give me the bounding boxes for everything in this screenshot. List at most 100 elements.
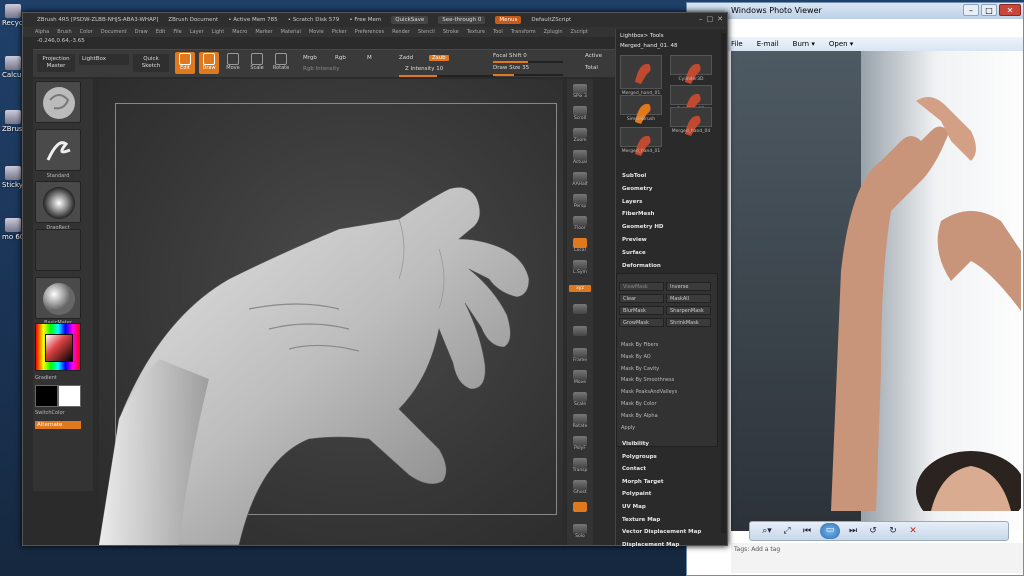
- secondary-color-swatch[interactable]: [58, 385, 81, 407]
- main-color-swatch[interactable]: [35, 385, 58, 407]
- shelf-btn-blank-10[interactable]: [569, 303, 591, 323]
- default-zscript-button[interactable]: DefaultZScript: [531, 17, 571, 23]
- subpalette-surface[interactable]: Surface: [622, 250, 646, 256]
- mask-btn-clear[interactable]: Clear: [619, 294, 664, 303]
- shelf-btn-lsym[interactable]: L.Sym: [569, 259, 591, 279]
- mask-btn-inverse[interactable]: Inverse: [666, 282, 711, 291]
- desktop-icon[interactable]: Sticky: [2, 166, 24, 189]
- menu-preferences[interactable]: Preferences: [355, 29, 384, 35]
- menu-burn[interactable]: Burn ▾: [793, 40, 815, 48]
- mask-item-mask-by-cavity[interactable]: Mask By Cavity: [621, 366, 659, 372]
- subpalette-uv-map[interactable]: UV Map: [622, 504, 646, 510]
- rgb-intensity-slider[interactable]: Rgb Intensity: [303, 66, 340, 72]
- material-selector[interactable]: [35, 277, 81, 319]
- mask-btn-growmask[interactable]: GrowMask: [619, 318, 664, 327]
- shelf-btn-persp[interactable]: Persp: [569, 193, 591, 213]
- projection-master-button[interactable]: Projection Master: [37, 54, 75, 72]
- close-icon[interactable]: ✕: [717, 15, 723, 23]
- brush-selector[interactable]: [35, 81, 81, 123]
- rotate-cw-icon[interactable]: ↻: [886, 524, 900, 538]
- menu-texture[interactable]: Texture: [467, 29, 485, 35]
- subpalette-vector-displacement-map[interactable]: Vector Displacement Map: [622, 529, 701, 535]
- menu-picker[interactable]: Picker: [332, 29, 347, 35]
- mask-item-mask-by-fibers[interactable]: Mask By Fibers: [621, 342, 658, 348]
- mask-btn-shrinkmask[interactable]: ShrinkMask: [666, 318, 711, 327]
- rotate-ccw-icon[interactable]: ↺: [866, 524, 880, 538]
- menu-open[interactable]: Open ▾: [829, 40, 853, 48]
- shelf-btn-aahalf[interactable]: AAHalf: [569, 171, 591, 191]
- move-button[interactable]: Move: [223, 52, 243, 74]
- zbrush-window[interactable]: ZBrush 4R5 [PSDW-ZLBB-NHJS-ABA3-WHAP] ZB…: [22, 12, 728, 548]
- color-picker[interactable]: [35, 323, 81, 371]
- seethrough-slider[interactable]: See-through 0: [438, 16, 486, 24]
- draw-size-slider[interactable]: Draw Size 35: [493, 65, 529, 71]
- menu-alpha[interactable]: Alpha: [35, 29, 49, 35]
- lightbox-button[interactable]: LightBox: [79, 54, 129, 65]
- mask-btn-sharpenmask[interactable]: SharpenMask: [666, 306, 711, 315]
- subpalette-fibermesh[interactable]: FiberMesh: [622, 211, 654, 217]
- rotate-button[interactable]: Rotate: [271, 52, 291, 74]
- edit-button[interactable]: Edit: [175, 52, 195, 74]
- menu-color[interactable]: Color: [80, 29, 93, 35]
- subpalette-deformation[interactable]: Deformation: [622, 263, 661, 269]
- menu-light[interactable]: Light: [212, 29, 224, 35]
- focal-shift-track[interactable]: [493, 61, 563, 63]
- alpha-selector[interactable]: [35, 181, 81, 223]
- shelf-btn-blank-11[interactable]: [569, 325, 591, 345]
- menu-draw[interactable]: Draw: [135, 29, 148, 35]
- shelf-btn-floor[interactable]: Floor: [569, 215, 591, 235]
- tool-thumbnail[interactable]: [670, 85, 712, 114]
- shelf-btn-spix3[interactable]: SPix 3: [569, 83, 591, 103]
- menu-movie[interactable]: Movie: [309, 29, 324, 35]
- subpalette-geometry[interactable]: Geometry: [622, 186, 652, 192]
- z-intensity-slider[interactable]: Z Intensity 10: [405, 66, 443, 72]
- shelf-btn-ghost[interactable]: Ghost: [569, 479, 591, 499]
- tool-thumbnail[interactable]: [670, 55, 712, 84]
- maximize-icon[interactable]: □: [707, 15, 714, 23]
- focal-shift-slider[interactable]: Focal Shift 0: [493, 53, 527, 59]
- current-tool-name[interactable]: Merged_hand_01. 48: [620, 43, 678, 49]
- menu-material[interactable]: Material: [281, 29, 301, 35]
- zsub-button[interactable]: Zsub: [429, 55, 449, 61]
- menu-brush[interactable]: Brush: [57, 29, 71, 35]
- subpalette-polypaint[interactable]: Polypaint: [622, 491, 651, 497]
- shelf-btn-actual[interactable]: Actual: [569, 149, 591, 169]
- texture-selector[interactable]: [35, 229, 81, 271]
- desktop-icon[interactable]: ZBrus: [2, 110, 24, 133]
- delete-icon[interactable]: ✕: [906, 524, 920, 538]
- shelf-btn-blank-19[interactable]: [569, 501, 591, 521]
- shelf-btn-transp[interactable]: Transp: [569, 457, 591, 477]
- previous-icon[interactable]: ⏮: [800, 524, 814, 538]
- mask-btn-viewmask[interactable]: ViewMask: [619, 282, 664, 291]
- tool-thumbnail[interactable]: [620, 127, 662, 156]
- menu-render[interactable]: Render: [392, 29, 410, 35]
- mask-item-apply[interactable]: Apply: [621, 425, 635, 431]
- zbrush-titlebar[interactable]: ZBrush 4R5 [PSDW-ZLBB-NHJS-ABA3-WHAP] ZB…: [23, 13, 727, 27]
- subpalette-morph-target[interactable]: Morph Target: [622, 479, 664, 485]
- shelf-btn-scroll[interactable]: Scroll: [569, 105, 591, 125]
- stroke-selector[interactable]: [35, 129, 81, 171]
- draw-size-track[interactable]: [493, 74, 563, 76]
- mask-item-mask-by-smoothness[interactable]: Mask By Smoothness: [621, 377, 674, 383]
- subpalette-subtool[interactable]: SubTool: [622, 173, 646, 179]
- desktop-icon[interactable]: Calcu: [2, 56, 24, 79]
- menu-zplugin[interactable]: Zplugin: [544, 29, 563, 35]
- shelf-btn-scale[interactable]: Scale: [569, 391, 591, 411]
- minimize-button[interactable]: –: [963, 4, 979, 16]
- shelf-btn-polyf[interactable]: PolyF: [569, 435, 591, 455]
- subpalette-polygroups[interactable]: Polygroups: [622, 454, 657, 460]
- subpalette-visibility[interactable]: Visibility: [622, 441, 649, 447]
- menu-zscript[interactable]: Zscript: [571, 29, 588, 35]
- m-button[interactable]: M: [367, 55, 372, 61]
- shelf-btn-rotate[interactable]: Rotate: [569, 413, 591, 433]
- menu-document[interactable]: Document: [101, 29, 127, 35]
- mask-item-mask-by-color[interactable]: Mask By Color: [621, 401, 657, 407]
- menu-file[interactable]: File: [731, 40, 743, 48]
- scale-button[interactable]: Scale: [247, 52, 267, 74]
- shelf-btn-local[interactable]: Local: [569, 237, 591, 257]
- close-button[interactable]: ✕: [999, 4, 1021, 16]
- shelf-btn-zoom[interactable]: Zoom: [569, 127, 591, 147]
- mask-btn-maskall[interactable]: MaskAll: [666, 294, 711, 303]
- mask-item-mask-by-ao[interactable]: Mask By AO: [621, 354, 651, 360]
- menu-edit[interactable]: Edit: [156, 29, 166, 35]
